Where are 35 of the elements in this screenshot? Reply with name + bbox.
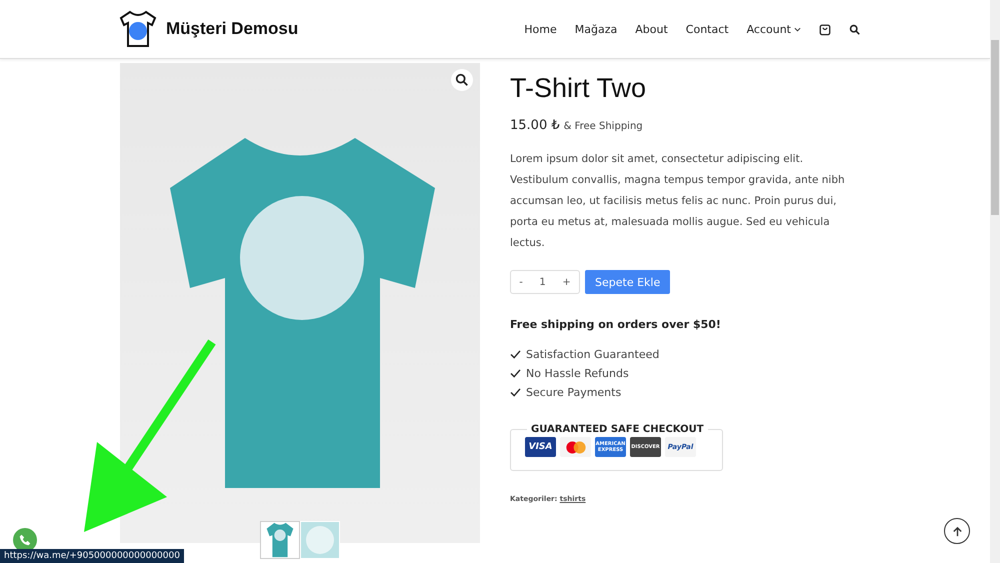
shopping-bag-icon[interactable] bbox=[819, 22, 831, 36]
shipping-note: & Free Shipping bbox=[564, 121, 643, 132]
price: 15.00 ₺ bbox=[510, 118, 560, 133]
payment-card-logo: VISA bbox=[525, 437, 556, 457]
image-thumbnail[interactable] bbox=[301, 522, 339, 558]
scrollbar-thumb[interactable] bbox=[991, 40, 999, 215]
site-title[interactable]: Müşteri Demosu bbox=[166, 19, 298, 39]
product-description: Lorem ipsum dolor sit amet, consectetur adipiscing elit. Vestibulum convallis, magna tempus tempor gravida, ante nibh accumsan leo, ut facilisis metus felis ac nunc. Proin purus dui, porta eu metus at, malesuada mollis augue. Sed eu vehicula lectus. bbox=[510, 152, 846, 251]
checkout-title: GUARANTEED SAFE CHECKOUT bbox=[530, 424, 705, 435]
add-to-cart-button[interactable]: Sepete Ekle bbox=[585, 270, 670, 294]
nav-link[interactable]: Contact bbox=[686, 22, 729, 36]
status-url: https://wa.me/+905000000000000000 bbox=[0, 549, 184, 563]
nav-link[interactable]: About bbox=[635, 22, 668, 36]
back-to-top-button[interactable] bbox=[944, 518, 970, 544]
zoom-button[interactable] bbox=[451, 69, 473, 91]
tshirt-logo-icon[interactable] bbox=[118, 9, 158, 49]
free-shipping-note: Free shipping on orders over $50! bbox=[510, 318, 722, 331]
nav-dropdown[interactable]: Account bbox=[746, 22, 801, 36]
check-icon bbox=[510, 388, 521, 397]
quantity-field[interactable]: - 1 + bbox=[510, 270, 580, 294]
nav-link[interactable]: Mağaza bbox=[574, 22, 618, 36]
nav-link[interactable]: Home bbox=[524, 22, 557, 36]
product-title: T-Shirt Two bbox=[510, 73, 648, 104]
magnifier-icon bbox=[455, 73, 469, 87]
check-icon bbox=[510, 369, 521, 378]
feature-text: No Hassle Refunds bbox=[526, 367, 629, 380]
overlapping-circles-icon bbox=[564, 440, 586, 454]
feature-text: Satisfaction Guaranteed bbox=[526, 348, 660, 361]
caret-icon bbox=[794, 26, 801, 32]
up-arrow-icon bbox=[952, 526, 962, 536]
feature-text: Secure Payments bbox=[526, 386, 622, 399]
check-icon bbox=[510, 350, 521, 359]
search-icon[interactable] bbox=[849, 24, 860, 34]
scrollbar[interactable] bbox=[990, 0, 1000, 563]
phone-icon bbox=[18, 533, 32, 547]
